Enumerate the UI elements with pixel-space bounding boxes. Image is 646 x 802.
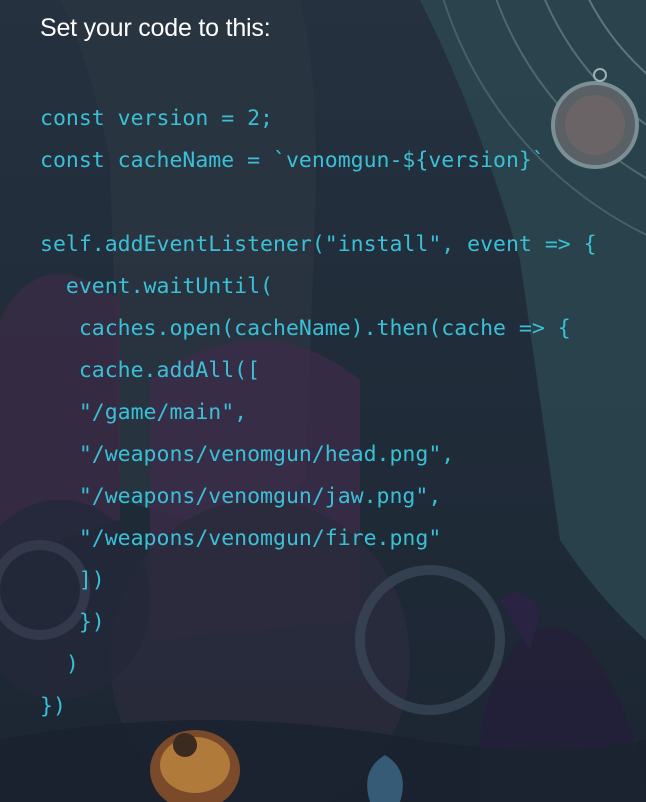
code-line: ]): [40, 568, 105, 593]
code-line: }): [40, 694, 66, 719]
code-line: }): [40, 610, 105, 635]
code-line: "/weapons/venomgun/jaw.png",: [40, 484, 442, 509]
code-line: const cacheName = `venomgun-${version}`: [40, 148, 545, 173]
code-block: const version = 2; const cacheName = `ven…: [40, 98, 597, 728]
content-area: Set your code to this: const version = 2…: [0, 0, 646, 802]
code-line: ): [40, 652, 79, 677]
code-line: "/weapons/venomgun/head.png",: [40, 442, 455, 467]
code-line: cache.addAll([: [40, 358, 261, 383]
code-line: const version = 2;: [40, 106, 273, 131]
instruction-text: Set your code to this:: [40, 14, 271, 42]
code-line: caches.open(cacheName).then(cache => {: [40, 316, 571, 341]
code-line: "/game/main",: [40, 400, 248, 425]
code-line: "/weapons/venomgun/fire.png": [40, 526, 442, 551]
code-line: event.waitUntil(: [40, 274, 273, 299]
code-line: self.addEventListener("install", event =…: [40, 232, 597, 257]
